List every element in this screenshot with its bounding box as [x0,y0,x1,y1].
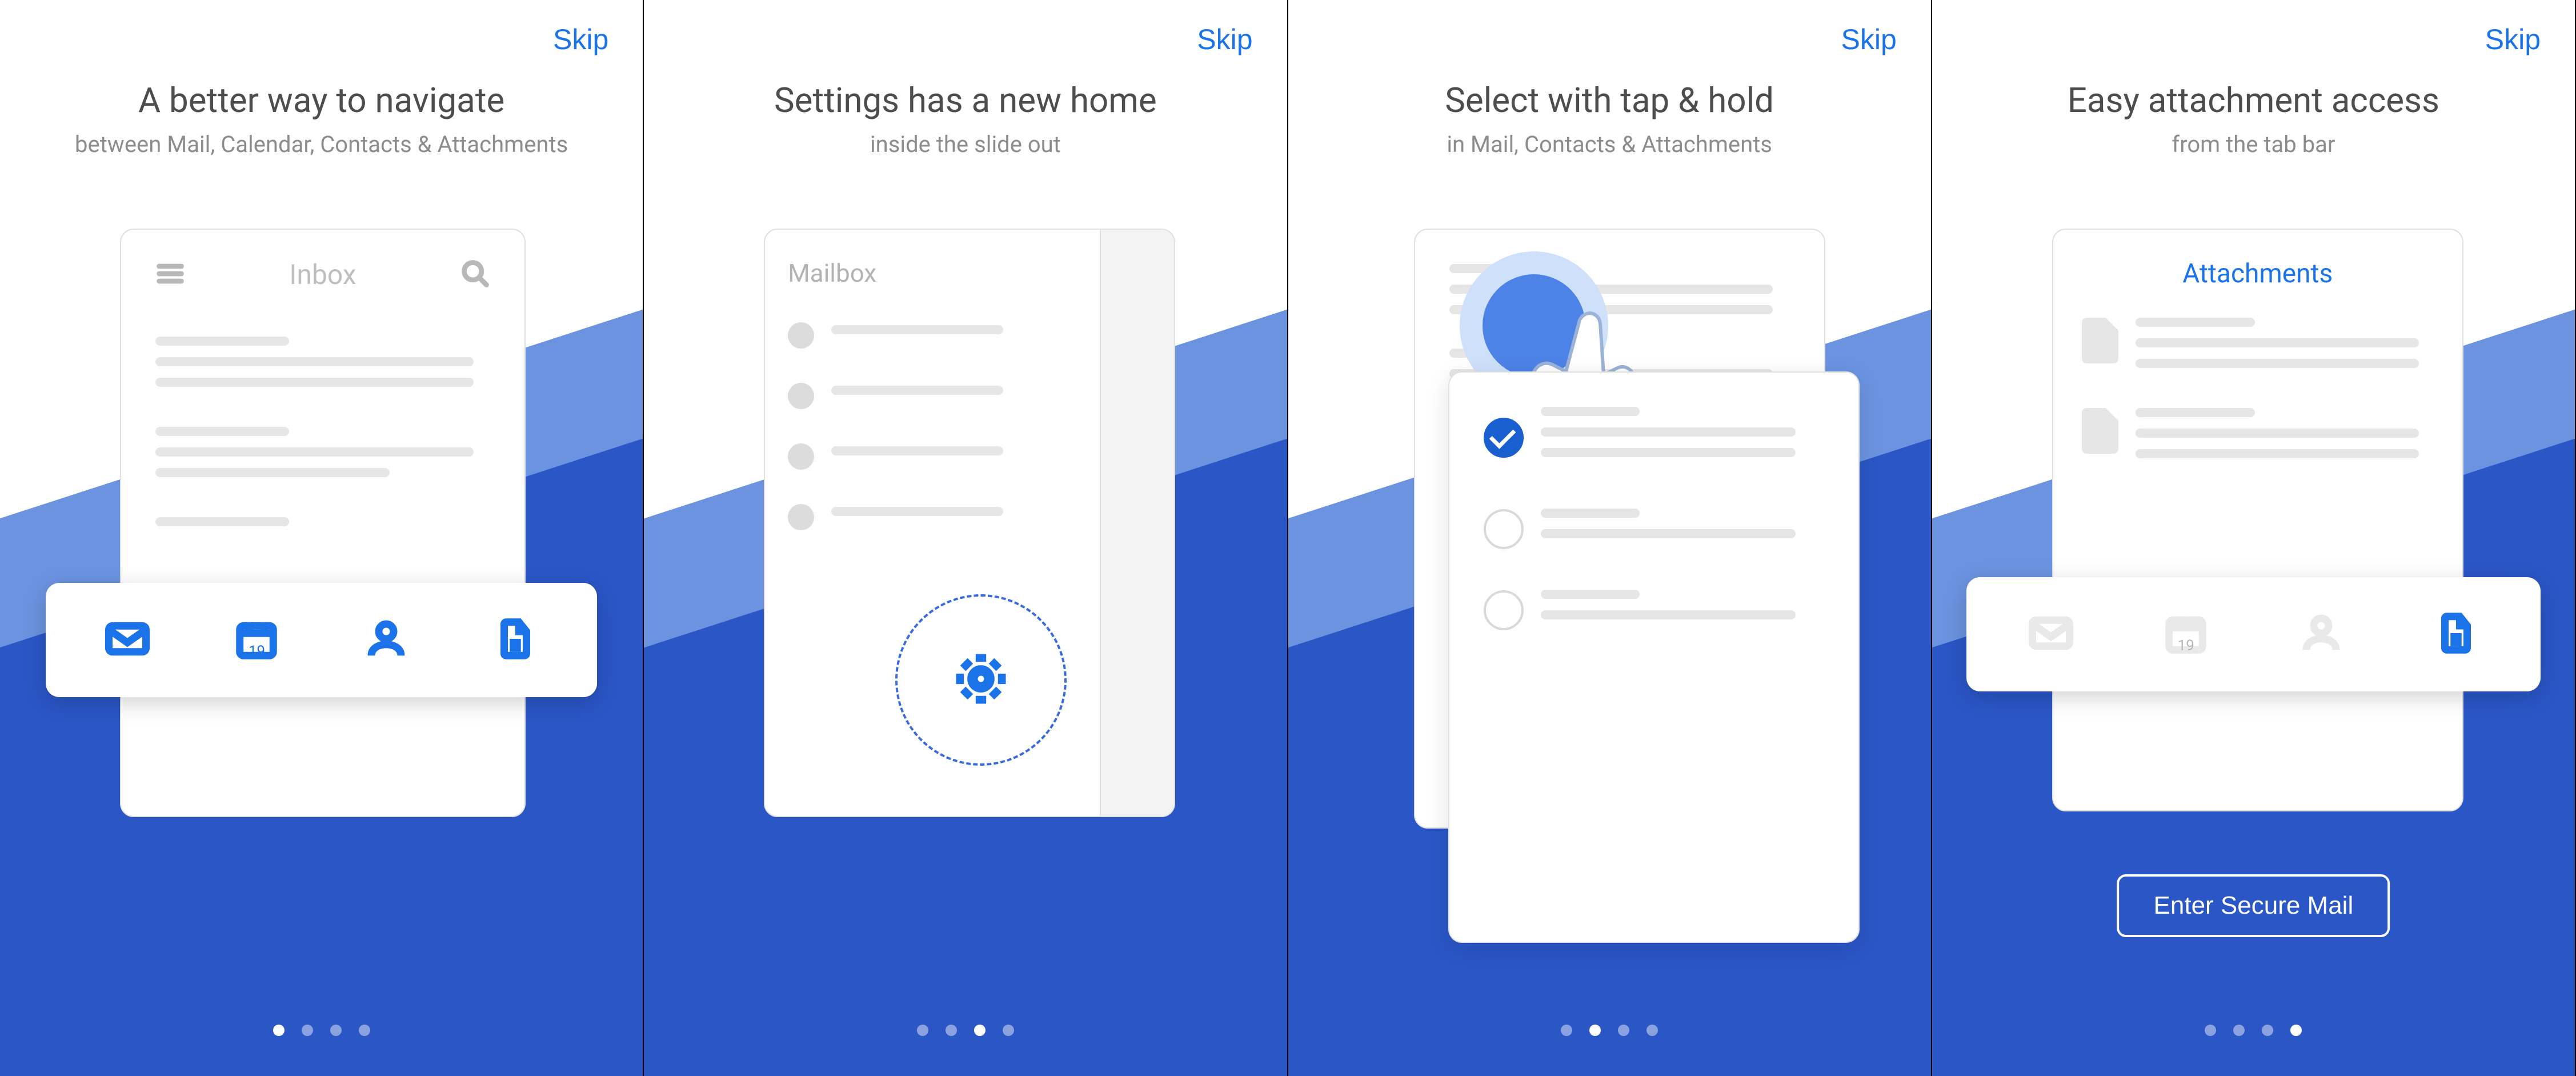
screen-subtitle: in Mail, Contacts & Attachments [1311,131,1908,158]
attachments-icon[interactable] [2434,611,2478,658]
gear-icon [950,647,1012,713]
skip-button[interactable]: Skip [2485,23,2541,56]
pager-dot [974,1025,985,1036]
screen-title: Settings has a new home [667,80,1264,121]
selection-mock-card [1448,371,1860,943]
enter-secure-mail-button[interactable]: Enter Secure Mail [2117,874,2390,937]
page-indicator [1561,1025,1658,1036]
tab-bar: 19 [1966,577,2541,691]
calendar-day-label: 19 [2164,637,2208,654]
pager-dot [273,1025,285,1036]
checkbox-checked-icon [1484,418,1524,458]
attachments-mock-title: Attachments [2082,258,2434,289]
checkbox-empty-icon [1484,509,1524,549]
calendar-icon[interactable]: 19 [2164,611,2208,658]
list-item [2082,318,2434,379]
file-icon [2082,408,2118,454]
pager-dot [1589,1025,1601,1036]
title-block: Select with tap & hold in Mail, Contacts… [1288,80,1931,158]
page-indicator [2205,1025,2302,1036]
title-block: Easy attachment access from the tab bar [1932,80,2575,158]
onboarding-screen-3: Skip Select with tap & hold in Mail, Con… [1288,0,1932,1076]
checkbox-empty-icon [1484,590,1524,630]
slideout-mock-title: Mailbox [788,258,1077,288]
screen-subtitle: from the tab bar [1955,131,2552,158]
mail-icon[interactable] [2029,611,2073,658]
slideout-right-panel [1100,230,1174,816]
pager-dot [2262,1025,2273,1036]
onboarding-screen-4: Skip Easy attachment access from the tab… [1932,0,2576,1076]
mail-icon[interactable] [105,617,150,663]
screen-title: Select with tap & hold [1311,80,1908,121]
screen-subtitle: between Mail, Calendar, Contacts & Attac… [23,131,620,158]
list-item [2082,408,2434,470]
title-block: A better way to navigate between Mail, C… [0,80,643,158]
pager-dot [1003,1025,1014,1036]
screen-title: Easy attachment access [1955,80,2552,121]
list-item [1484,509,1824,550]
pager-dot [946,1025,957,1036]
inbox-mock-title: Inbox [185,258,460,291]
settings-gear-highlight [895,594,1067,766]
pager-dot [1618,1025,1629,1036]
screen-subtitle: inside the slide out [667,131,1264,158]
hamburger-icon [155,259,185,291]
page-indicator [917,1025,1014,1036]
page-indicator [273,1025,370,1036]
calendar-icon[interactable]: 19 [234,617,279,663]
skip-button[interactable]: Skip [553,23,608,56]
list-item [1484,407,1824,469]
inbox-mock-card: Inbox [120,229,526,817]
onboarding-screen-1: Skip A better way to navigate between Ma… [0,0,644,1076]
attachments-mock-card: Attachments [2052,229,2463,811]
pager-dot [302,1025,313,1036]
pager-dot [330,1025,342,1036]
title-block: Settings has a new home inside the slide… [644,80,1287,158]
attachments-icon[interactable] [493,617,538,663]
contacts-icon[interactable] [364,617,408,663]
pager-dot [359,1025,370,1036]
tab-bar: 19 [46,583,597,697]
contacts-icon[interactable] [2299,611,2343,658]
file-icon [2082,318,2118,363]
list-item [1484,590,1824,631]
screen-title: A better way to navigate [23,80,620,121]
search-icon [460,259,490,291]
pager-dot [1646,1025,1658,1036]
onboarding-screen-2: Skip Settings has a new home inside the … [644,0,1288,1076]
pager-dot [2205,1025,2216,1036]
skip-button[interactable]: Skip [1197,23,1252,56]
pager-dot [917,1025,928,1036]
pager-dot [1561,1025,1572,1036]
pager-dot [2290,1025,2302,1036]
skip-button[interactable]: Skip [1841,23,1896,56]
calendar-day-label: 19 [234,643,279,660]
pager-dot [2233,1025,2245,1036]
